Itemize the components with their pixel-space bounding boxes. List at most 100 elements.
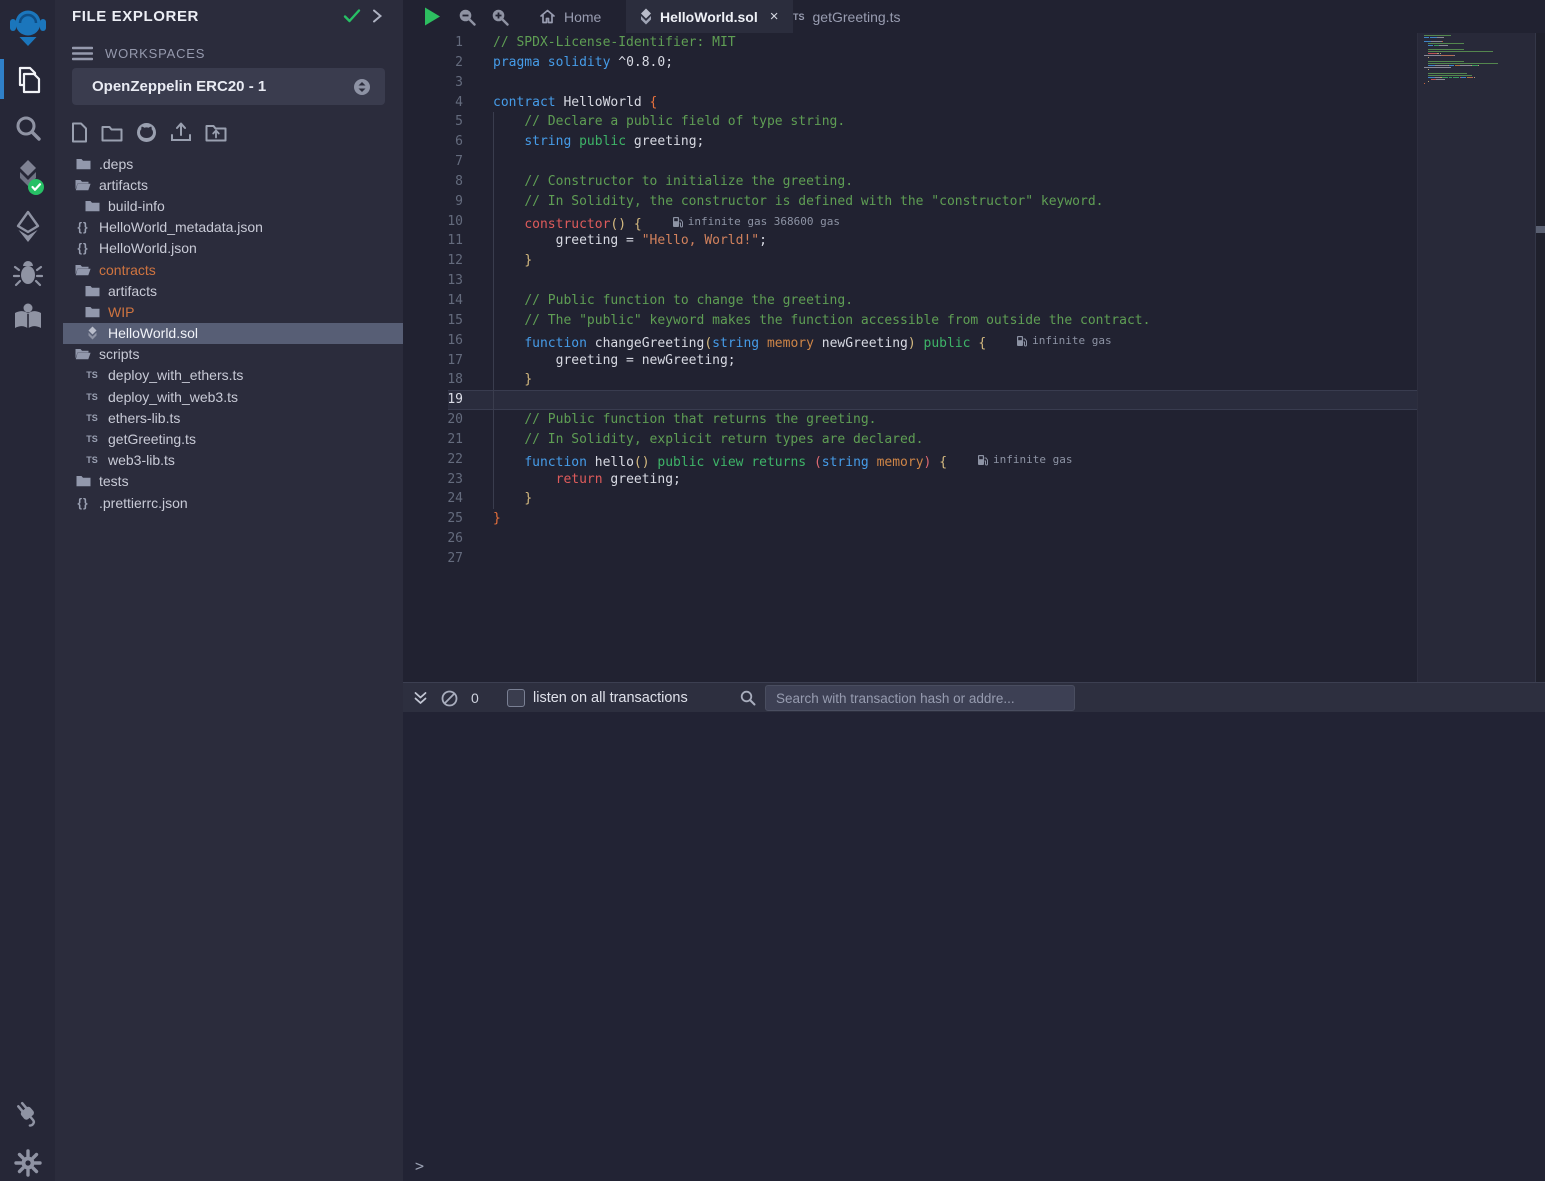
settings-gear-icon[interactable] <box>0 1148 55 1178</box>
line-number: 4 <box>403 93 463 113</box>
code-line-2: 2pragma solidity ^0.8.0; <box>403 53 1417 73</box>
code-line-14: 14 // Public function to change the gree… <box>403 291 1417 311</box>
tree-item-tests[interactable]: tests <box>63 471 403 492</box>
remix-logo[interactable] <box>0 6 55 50</box>
tree-item-getgreeting-ts[interactable]: TSgetGreeting.ts <box>63 428 403 449</box>
tree-item-label: HelloWorld.sol <box>108 325 198 341</box>
folder-icon <box>74 475 92 487</box>
chevron-right-icon[interactable] <box>371 8 383 24</box>
solidity-compiler-icon[interactable] <box>0 158 55 198</box>
tab-label: Home <box>564 9 601 25</box>
tree-item-deploy-with-ethers-ts[interactable]: TSdeploy_with_ethers.ts <box>63 365 403 386</box>
activity-bar <box>0 0 55 1181</box>
tree-item-helloworld-json[interactable]: {} HelloWorld.json <box>63 238 403 259</box>
code-line-8: 8 // Constructor to initialize the greet… <box>403 172 1417 192</box>
code-line-11: 11 greeting = "Hello, World!"; <box>403 231 1417 251</box>
terminal-search-input[interactable] <box>765 685 1075 711</box>
gas-estimate-hint: infinite gas <box>977 450 1072 470</box>
editor-scrollbar[interactable] <box>1535 33 1545 682</box>
line-number: 27 <box>403 549 463 569</box>
tree-item-helloworld-sol[interactable]: HelloWorld.sol <box>63 323 403 344</box>
search-icon[interactable] <box>0 114 55 144</box>
editor-scrollbar-handle[interactable] <box>1536 226 1545 233</box>
terminal-bar: 0 listen on all transactions <box>403 682 1545 712</box>
new-folder-icon[interactable] <box>101 124 123 142</box>
debugger-icon[interactable] <box>0 258 55 288</box>
run-script-button[interactable] <box>422 6 442 27</box>
tab-label: getGreeting.ts <box>813 9 901 25</box>
code-line-10: 10 constructor() {infinite gas 368600 ga… <box>403 212 1417 232</box>
tree-item--prettierrc-json[interactable]: {}.prettierrc.json <box>63 492 403 513</box>
tree-item-web3-lib-ts[interactable]: TSweb3-lib.ts <box>63 450 403 471</box>
code-line-27: 27 <box>403 549 1417 569</box>
tree-item-build-info[interactable]: build-info <box>63 195 403 216</box>
tree-item-label: .deps <box>99 156 133 172</box>
upload-file-icon[interactable] <box>170 122 192 143</box>
tree-item-wip[interactable]: WIP <box>63 301 403 322</box>
code-line-15: 15 // The "public" keyword makes the fun… <box>403 311 1417 331</box>
terminal-prompt: > <box>415 1157 424 1175</box>
code-editor[interactable]: 1// SPDX-License-Identifier: MIT2pragma … <box>403 33 1545 682</box>
line-number: 12 <box>403 251 463 271</box>
panel-title: FILE EXPLORER <box>72 8 199 25</box>
folder-icon <box>74 158 92 170</box>
code-line-20: 20 // Public function that returns the g… <box>403 410 1417 430</box>
line-number: 24 <box>403 489 463 509</box>
workspace-select[interactable]: OpenZeppelin ERC20 - 1 <box>72 68 385 105</box>
json-icon: {} <box>74 496 92 510</box>
terminal-collapse-icon[interactable] <box>413 683 428 713</box>
zoom-out-icon[interactable] <box>458 8 476 26</box>
tree-item-label: HelloWorld.json <box>99 240 197 256</box>
learneth-book-icon[interactable] <box>0 302 55 332</box>
ts-icon: TS <box>83 370 101 380</box>
terminal-search-icon <box>740 683 756 713</box>
tree-item-artifacts[interactable]: artifacts <box>63 280 403 301</box>
code-line-12: 12 } <box>403 251 1417 271</box>
tree-item-ethers-lib-ts[interactable]: TSethers-lib.ts <box>63 407 403 428</box>
line-number: 19 <box>403 390 463 410</box>
tree-item-deploy-with-web3-ts[interactable]: TSdeploy_with_web3.ts <box>63 386 403 407</box>
folder-open-icon <box>74 348 92 360</box>
tab-helloworld-sol[interactable]: HelloWorld.sol × <box>626 0 793 33</box>
file-explorer-icon[interactable] <box>0 64 55 96</box>
clear-console-icon[interactable] <box>441 683 458 713</box>
line-number: 16 <box>403 331 463 351</box>
tree-item-label: artifacts <box>108 283 157 299</box>
solidity-icon <box>83 326 101 340</box>
line-number: 5 <box>403 112 463 132</box>
gas-estimate-hint: infinite gas <box>1016 331 1111 351</box>
home-icon <box>539 8 556 25</box>
tree-item-helloworld-metadata-json[interactable]: {}HelloWorld_metadata.json <box>63 217 403 238</box>
code-lines: 1// SPDX-License-Identifier: MIT2pragma … <box>403 33 1417 569</box>
terminal-output[interactable]: > <box>403 712 1545 1181</box>
code-line-26: 26 <box>403 529 1417 549</box>
file-tree: .depsartifactsbuild-info{}HelloWorld_met… <box>63 153 403 513</box>
tree-item-artifacts[interactable]: artifacts <box>63 174 403 195</box>
deploy-and-run-icon[interactable] <box>0 210 55 244</box>
folder-icon <box>83 200 101 212</box>
minimap[interactable] <box>1417 33 1536 682</box>
workspaces-menu-icon[interactable] <box>72 46 93 61</box>
zoom-in-icon[interactable] <box>491 8 509 26</box>
workspace-caret-icon <box>353 78 371 96</box>
new-file-icon[interactable] <box>71 122 88 143</box>
transaction-count-badge: 0 <box>471 683 479 713</box>
tab-home[interactable]: Home <box>529 0 611 33</box>
tree-item-contracts[interactable]: contracts <box>63 259 403 280</box>
github-icon[interactable] <box>136 122 157 143</box>
listen-transactions-checkbox[interactable] <box>507 683 525 713</box>
check-icon[interactable] <box>343 8 361 24</box>
tree-item--deps[interactable]: .deps <box>63 153 403 174</box>
tab-close-icon[interactable]: × <box>770 8 779 25</box>
folder-icon <box>83 285 101 297</box>
code-line-24: 24 } <box>403 489 1417 509</box>
ts-icon: TS <box>83 413 101 423</box>
tree-item-label: WIP <box>108 304 134 320</box>
json-icon: {} <box>74 241 92 255</box>
tree-item-scripts[interactable]: scripts <box>63 344 403 365</box>
plugin-manager-icon[interactable] <box>0 1098 55 1130</box>
tab-getgreeting-ts[interactable]: TS getGreeting.ts <box>783 0 910 33</box>
line-number: 26 <box>403 529 463 549</box>
upload-folder-icon[interactable] <box>205 123 227 142</box>
tree-item-label: contracts <box>99 262 156 278</box>
